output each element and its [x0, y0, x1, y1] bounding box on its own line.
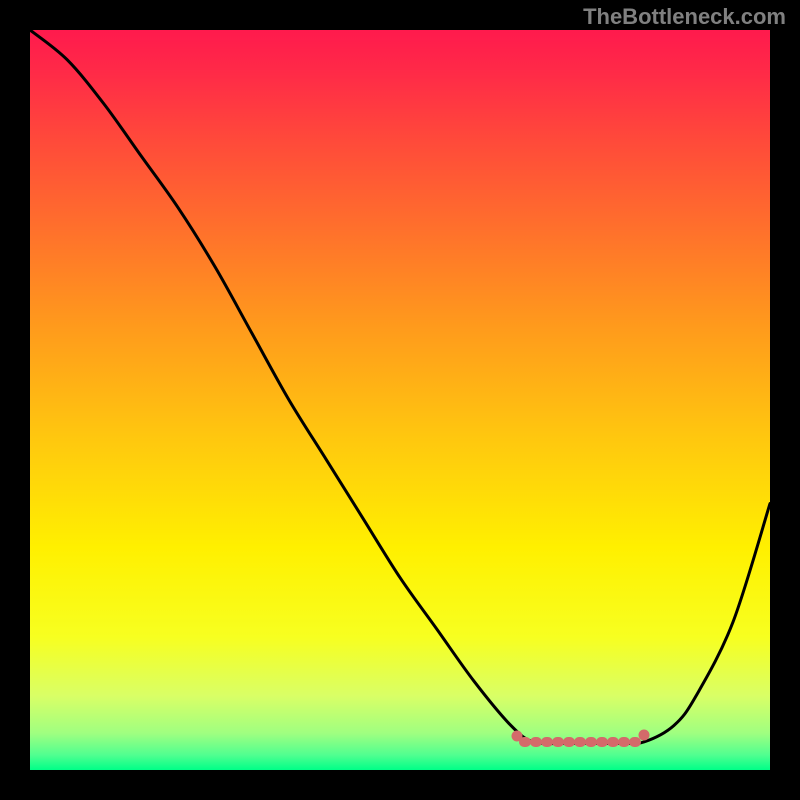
- plot-area: [30, 30, 770, 770]
- chart-container: TheBottleneck.com: [0, 0, 800, 800]
- bottleneck-curve: [30, 30, 770, 770]
- marker-dot-0: [512, 731, 523, 742]
- markers-group: [512, 730, 650, 743]
- watermark-text: TheBottleneck.com: [583, 4, 786, 30]
- curve-line: [30, 30, 770, 744]
- marker-dot-1: [639, 730, 650, 741]
